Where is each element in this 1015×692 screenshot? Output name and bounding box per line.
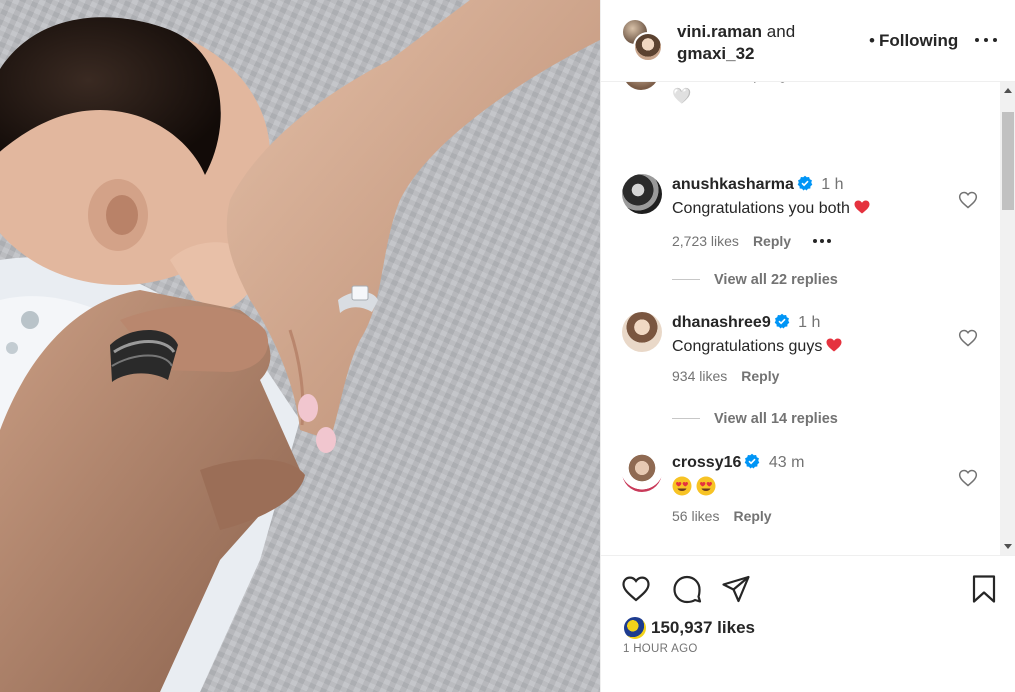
avatar[interactable]: [622, 452, 662, 492]
collab-avatars[interactable]: [621, 18, 665, 62]
post-header: vini.raman and gmaxi_32 • Following: [601, 0, 1015, 82]
heart-outline-icon[interactable]: [958, 328, 978, 348]
comments-list[interactable]: 11.09.2023 | Logan Maverick Maxwell 🤍 🤍🤍…: [601, 82, 1015, 555]
comment-time[interactable]: 1 h: [798, 314, 820, 331]
caption-avatar[interactable]: [623, 82, 659, 90]
more-options-button[interactable]: [973, 29, 999, 51]
author-conjunction: and: [766, 22, 796, 41]
comment-text-content: Congratulations guys: [672, 338, 823, 355]
comment-meta: 2,723 likes Reply: [672, 230, 834, 249]
reply-button[interactable]: Reply: [741, 368, 779, 384]
save-button[interactable]: [969, 574, 999, 604]
comment-likes[interactable]: 934 likes: [672, 368, 727, 384]
author-link-2[interactable]: gmaxi_32: [677, 44, 755, 63]
scroll-thumb[interactable]: [1002, 112, 1014, 210]
comment-button[interactable]: [672, 574, 702, 604]
comment-text: Congratulations you both: [672, 198, 870, 220]
verified-icon: [797, 175, 813, 191]
reply-button[interactable]: Reply: [753, 233, 791, 249]
replies-divider: [672, 279, 700, 280]
avatar-gmaxi-32[interactable]: [633, 32, 663, 62]
verified-icon: [745, 453, 760, 469]
avatar[interactable]: [622, 312, 662, 352]
post-side-panel: vini.raman and gmaxi_32 •Following 11.09…: [600, 0, 1015, 692]
comment-time[interactable]: 43 m: [769, 454, 805, 471]
like-button[interactable]: [621, 574, 651, 604]
likes-count[interactable]: 150,937 likes: [651, 618, 755, 638]
reply-button[interactable]: Reply: [733, 508, 771, 524]
red-heart-emoji: [826, 338, 842, 352]
replies-divider: [672, 418, 700, 419]
comment-username[interactable]: dhanashree9: [672, 314, 771, 331]
comments-scrollbar[interactable]: [1000, 82, 1015, 555]
heart-outline-icon[interactable]: [958, 190, 978, 210]
heart-outline-icon[interactable]: [958, 468, 978, 488]
post-authors: vini.raman and gmaxi_32: [677, 21, 795, 65]
follow-separator: •: [869, 31, 875, 50]
comment-text: Congratulations guys: [672, 336, 842, 358]
author-link-1[interactable]: vini.raman: [677, 22, 762, 41]
comment-meta: 56 likes Reply: [672, 508, 772, 524]
post-photo[interactable]: [0, 0, 600, 692]
heart-eyes-emoji: [672, 476, 692, 496]
view-replies-button[interactable]: View all 22 replies: [672, 272, 838, 288]
following-label: Following: [878, 31, 959, 50]
view-replies-label: View all 22 replies: [714, 272, 838, 288]
post-caption: 11.09.2023 | Logan Maverick Maxwell 🤍 🤍🤍: [672, 82, 978, 105]
comment-text: [672, 476, 720, 499]
bookmark-icon: [972, 575, 996, 603]
view-replies-button[interactable]: View all 14 replies: [672, 411, 838, 427]
comment-header: dhanashree9 1 h: [672, 312, 820, 334]
scroll-up-arrow[interactable]: [1004, 88, 1012, 93]
comment-likes[interactable]: 2,723 likes: [672, 233, 739, 249]
following-button[interactable]: • Following: [869, 31, 958, 51]
comment-time[interactable]: 1 h: [821, 176, 843, 193]
share-icon: [722, 575, 750, 603]
post-actions: 150,937 likes 1 HOUR AGO: [601, 555, 1015, 692]
post-timestamp[interactable]: 1 HOUR AGO: [623, 643, 698, 655]
comment-username[interactable]: crossy16: [672, 454, 741, 471]
comment-icon: [673, 575, 702, 604]
red-heart-emoji: [854, 200, 870, 214]
newborn-hands-photo: [0, 0, 600, 692]
comment-likes[interactable]: 56 likes: [672, 508, 719, 524]
scroll-down-arrow[interactable]: [1004, 544, 1012, 549]
share-button[interactable]: [721, 574, 751, 604]
comment-options-icon[interactable]: [813, 230, 834, 246]
verified-icon: [774, 313, 790, 329]
comment-username[interactable]: anushkasharma: [672, 176, 794, 193]
comment-text-content: Congratulations you both: [672, 200, 850, 217]
comment-header: anushkasharma 1 h: [672, 174, 844, 196]
liker-avatar[interactable]: [623, 616, 647, 640]
heart-eyes-emoji: [696, 476, 716, 496]
view-replies-label: View all 14 replies: [714, 411, 838, 427]
comment-header: crossy16 43 m: [672, 452, 804, 474]
avatar[interactable]: [622, 174, 662, 214]
comment-meta: 934 likes Reply: [672, 368, 779, 384]
heart-outline-icon: [622, 576, 650, 602]
